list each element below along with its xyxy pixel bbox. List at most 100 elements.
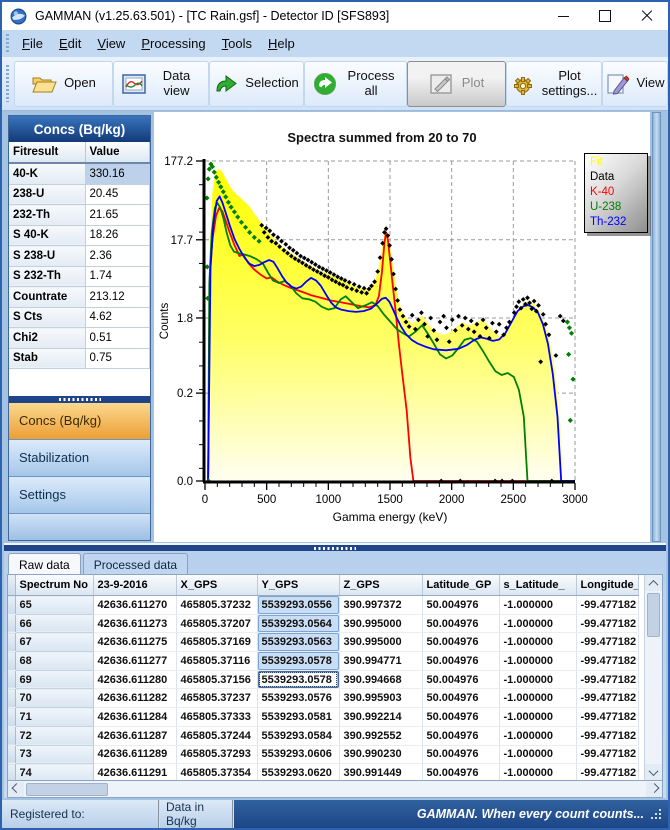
x-gps-cell[interactable]: 465805.37232 [176, 596, 257, 615]
latitude-cell[interactable]: 50.004976 [422, 745, 499, 764]
column-header[interactable]: s_Latitude_ [499, 575, 576, 596]
s-latitude-cell[interactable]: -1.000000 [499, 633, 576, 652]
y-gps-cell[interactable]: 5539293.0556 [257, 596, 339, 615]
spectrum-no-cell[interactable]: 66 [15, 614, 93, 633]
nav-splitter[interactable] [9, 396, 150, 403]
z-gps-cell[interactable]: 390.995000 [339, 614, 422, 633]
y-gps-cell[interactable]: 5539293.0563 [257, 633, 339, 652]
s-latitude-cell[interactable]: -1.000000 [499, 614, 576, 633]
column-header[interactable]: Z_GPS [339, 575, 422, 596]
scroll-left-button[interactable] [8, 782, 24, 797]
fitresult-value[interactable]: 1.74 [85, 266, 150, 287]
resize-grip-icon[interactable] [650, 808, 662, 820]
scroll-down-button[interactable] [645, 764, 662, 780]
spectrum-no-cell[interactable]: 74 [15, 764, 93, 780]
table-row[interactable]: 72 42636.611287 465805.37244 5539293.058… [8, 726, 638, 745]
menu-item[interactable]: Tools [214, 32, 260, 55]
column-header[interactable]: Longitude_ [576, 575, 638, 596]
latitude-cell[interactable]: 50.004976 [422, 726, 499, 745]
column-header[interactable]: 23-9-2016 [93, 575, 176, 596]
x-gps-cell[interactable]: 465805.37333 [176, 708, 257, 727]
vertical-scroll-track[interactable] [645, 639, 662, 764]
latitude-cell[interactable]: 50.004976 [422, 633, 499, 652]
process-all-button[interactable]: Process all [304, 61, 407, 107]
spectrum-no-cell[interactable]: 65 [15, 596, 93, 615]
data-view-button[interactable]: Data view [113, 61, 209, 107]
menu-item[interactable]: View [89, 32, 133, 55]
table-row[interactable]: 70 42636.611282 465805.37237 5539293.057… [8, 689, 638, 708]
fitresult-row[interactable]: Chi2 0.51 [9, 328, 150, 349]
column-header[interactable]: Spectrum No [15, 575, 93, 596]
s-latitude-cell[interactable]: -1.000000 [499, 670, 576, 689]
latitude-cell[interactable]: 50.004976 [422, 614, 499, 633]
longitude-cell[interactable]: -99.477182 [576, 689, 638, 708]
longitude-cell[interactable]: -99.477182 [576, 596, 638, 615]
z-gps-cell[interactable]: 390.990230 [339, 745, 422, 764]
longitude-cell[interactable]: -99.477182 [576, 652, 638, 671]
fitresult-row[interactable]: Stab 0.75 [9, 348, 150, 369]
fitresult-row[interactable]: S 40-K 18.26 [9, 225, 150, 246]
nav-concs-button[interactable]: Concs (Bq/kg) [9, 403, 150, 440]
table-row[interactable]: 67 42636.611275 465805.37169 5539293.056… [8, 633, 638, 652]
time-cell[interactable]: 42636.611287 [93, 726, 176, 745]
y-gps-cell[interactable]: 5539293.0620 [257, 764, 339, 780]
spectrum-no-cell[interactable]: 69 [15, 670, 93, 689]
s-latitude-cell[interactable]: -1.000000 [499, 764, 576, 780]
fitresult-row[interactable]: S 232-Th 1.74 [9, 266, 150, 287]
open-button[interactable]: Open [14, 61, 113, 107]
y-gps-cell[interactable]: 5539293.0578 [257, 670, 339, 689]
latitude-cell[interactable]: 50.004976 [422, 652, 499, 671]
fitresult-row[interactable]: Countrate 213.12 [9, 287, 150, 308]
fitresult-value[interactable]: 18.26 [85, 225, 150, 246]
y-gps-cell[interactable]: 5539293.0576 [257, 689, 339, 708]
nav-settings-button[interactable]: Settings [9, 477, 150, 514]
s-latitude-cell[interactable]: -1.000000 [499, 689, 576, 708]
x-gps-cell[interactable]: 465805.37116 [176, 652, 257, 671]
spectrum-no-cell[interactable]: 70 [15, 689, 93, 708]
column-header[interactable]: X_GPS [176, 575, 257, 596]
table-row[interactable]: 74 42636.611291 465805.37354 5539293.062… [8, 764, 638, 780]
s-latitude-cell[interactable]: -1.000000 [499, 726, 576, 745]
fitresult-value[interactable]: 213.12 [85, 287, 150, 308]
longitude-cell[interactable]: -99.477182 [576, 764, 638, 780]
nav-splitter-grip[interactable] [59, 398, 101, 401]
latitude-cell[interactable]: 50.004976 [422, 708, 499, 727]
tab-raw-data[interactable]: Raw data [8, 553, 81, 574]
y-gps-cell[interactable]: 5539293.0581 [257, 708, 339, 727]
s-latitude-cell[interactable]: -1.000000 [499, 708, 576, 727]
fitresult-row[interactable]: 232-Th 21.65 [9, 205, 150, 226]
fitresult-column-header[interactable]: Fitresult [9, 142, 85, 163]
latitude-cell[interactable]: 50.004976 [422, 689, 499, 708]
time-cell[interactable]: 42636.611284 [93, 708, 176, 727]
longitude-cell[interactable]: -99.477182 [576, 670, 638, 689]
horizontal-scroll-thumb[interactable] [26, 783, 108, 796]
time-cell[interactable]: 42636.611277 [93, 652, 176, 671]
y-gps-cell[interactable]: 5539293.0564 [257, 614, 339, 633]
latitude-cell[interactable]: 50.004976 [422, 596, 499, 615]
close-button[interactable] [626, 2, 668, 30]
tab-processed-data[interactable]: Processed data [83, 553, 188, 574]
menu-item[interactable]: Processing [133, 32, 213, 55]
s-latitude-cell[interactable]: -1.000000 [499, 596, 576, 615]
longitude-cell[interactable]: -99.477182 [576, 633, 638, 652]
spectrum-no-cell[interactable]: 67 [15, 633, 93, 652]
menu-item[interactable]: File [14, 32, 51, 55]
z-gps-cell[interactable]: 390.991449 [339, 764, 422, 780]
fitresult-value[interactable]: 330.16 [85, 163, 150, 184]
z-gps-cell[interactable]: 390.992214 [339, 708, 422, 727]
toolbar-grip[interactable] [6, 65, 9, 102]
fitresult-value[interactable]: 4.62 [85, 307, 150, 328]
table-row[interactable]: 73 42636.611289 465805.37293 5539293.060… [8, 745, 638, 764]
longitude-cell[interactable]: -99.477182 [576, 708, 638, 727]
z-gps-cell[interactable]: 390.997372 [339, 596, 422, 615]
x-gps-cell[interactable]: 465805.37169 [176, 633, 257, 652]
x-gps-cell[interactable]: 465805.37156 [176, 670, 257, 689]
fitresult-value[interactable]: 0.51 [85, 328, 150, 349]
x-gps-cell[interactable]: 465805.37237 [176, 689, 257, 708]
z-gps-cell[interactable]: 390.994771 [339, 652, 422, 671]
spectrum-no-cell[interactable]: 73 [15, 745, 93, 764]
longitude-cell[interactable]: -99.477182 [576, 614, 638, 633]
vertical-scroll-thumb[interactable] [647, 593, 660, 637]
fitresult-row[interactable]: S 238-U 2.36 [9, 246, 150, 267]
chart-side-splitter[interactable] [652, 112, 661, 542]
